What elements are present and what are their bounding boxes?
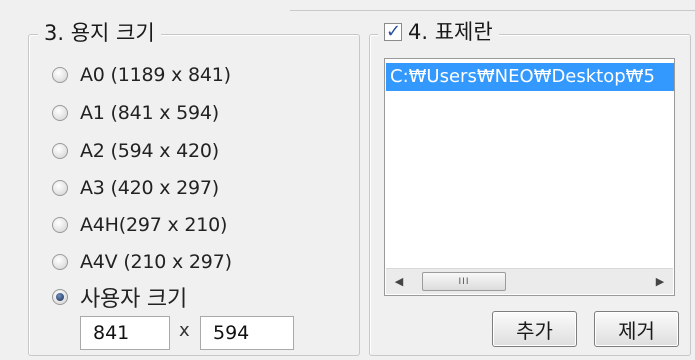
title-block-legend-label: 4. 표제란 bbox=[408, 20, 493, 44]
radio-custom-indicator[interactable] bbox=[52, 289, 68, 305]
top-divider bbox=[0, 0, 695, 14]
radio-a0[interactable]: A0 (1189 x 841) bbox=[52, 60, 231, 90]
radio-a2[interactable]: A2 (594 x 420) bbox=[52, 136, 219, 166]
radio-a0-indicator[interactable] bbox=[52, 67, 68, 83]
radio-a1[interactable]: A1 (841 x 594) bbox=[52, 98, 219, 128]
size-separator: x bbox=[179, 320, 190, 341]
radio-custom[interactable]: 사용자 크기 bbox=[52, 282, 187, 312]
scroll-right-arrow-icon[interactable]: ▶ bbox=[649, 269, 671, 293]
title-block-checkbox[interactable] bbox=[384, 19, 402, 45]
radio-custom-label: 사용자 크기 bbox=[80, 287, 187, 312]
scroll-left-arrow-icon[interactable]: ◀ bbox=[388, 269, 410, 293]
radio-a3-label: A3 (420 x 297) bbox=[80, 177, 220, 199]
radio-a4h[interactable]: A4H(297 x 210) bbox=[52, 210, 227, 240]
paper-size-legend: 3. 용지 크기 bbox=[38, 20, 161, 46]
horizontal-scrollbar[interactable]: ◀ III ▶ bbox=[386, 268, 673, 294]
radio-a3[interactable]: A3 (420 x 297) bbox=[52, 173, 219, 203]
radio-a1-label: A1 (841 x 594) bbox=[80, 102, 220, 124]
radio-a3-indicator[interactable] bbox=[52, 180, 68, 196]
radio-a2-indicator[interactable] bbox=[52, 143, 68, 159]
list-item[interactable]: C:₩Users₩NEO₩Desktop₩5 bbox=[386, 63, 674, 91]
radio-a4v-indicator[interactable] bbox=[52, 254, 68, 270]
radio-a2-label: A2 (594 x 420) bbox=[80, 140, 220, 162]
radio-a4h-indicator[interactable] bbox=[52, 217, 68, 233]
custom-height-input[interactable]: 594 bbox=[200, 316, 294, 350]
title-block-legend: 4. 표제란 bbox=[378, 19, 499, 45]
remove-button[interactable]: 제거 bbox=[594, 311, 679, 347]
radio-a1-indicator[interactable] bbox=[52, 105, 68, 121]
radio-a0-label: A0 (1189 x 841) bbox=[80, 64, 231, 86]
scrollbar-thumb[interactable]: III bbox=[422, 272, 506, 291]
title-block-list[interactable]: C:₩Users₩NEO₩Desktop₩5 ◀ III ▶ bbox=[384, 58, 675, 296]
radio-a4v[interactable]: A4V (210 x 297) bbox=[52, 247, 232, 277]
custom-width-input[interactable]: 841 bbox=[80, 316, 170, 350]
add-button[interactable]: 추가 bbox=[492, 311, 577, 347]
radio-a4h-label: A4H(297 x 210) bbox=[80, 214, 228, 236]
radio-a4v-label: A4V (210 x 297) bbox=[80, 251, 232, 273]
